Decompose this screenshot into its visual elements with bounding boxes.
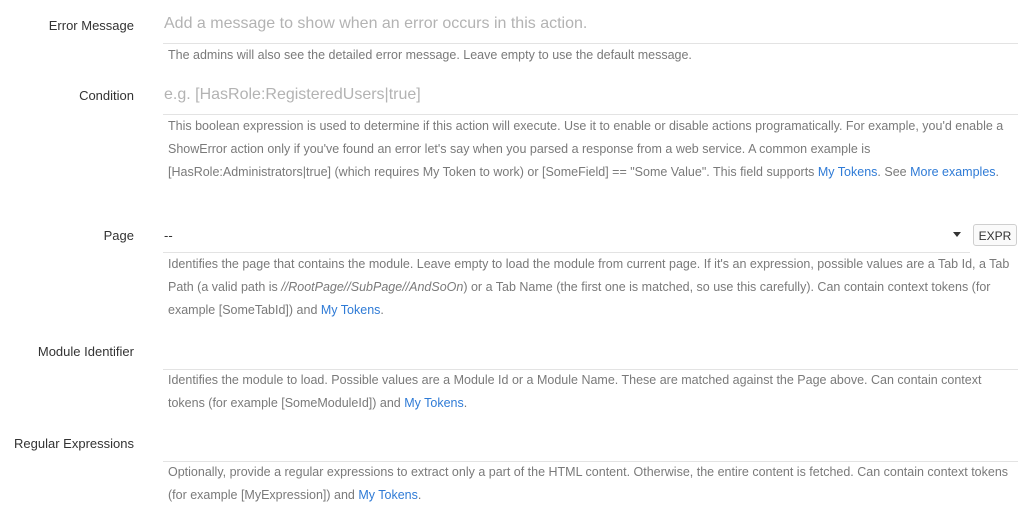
condition-help-end: . [995, 165, 1000, 179]
regular-expressions-input[interactable] [164, 434, 1014, 456]
condition-help: This boolean expression is used to deter… [168, 115, 1020, 184]
module-identifier-help: Identifies the module to load. Possible … [168, 369, 1020, 415]
regular-expressions-help-end: . [417, 488, 422, 502]
page-label: Page [103, 228, 134, 243]
condition-label: Condition [79, 88, 134, 103]
module-identifier-help-text: Identifies the module to load. Possible … [168, 373, 982, 410]
page-select[interactable]: -- [164, 228, 173, 243]
regular-expressions-label: Regular Expressions [14, 436, 134, 451]
expr-button[interactable]: EXPR [973, 224, 1017, 246]
condition-help-mid: . See [877, 165, 911, 179]
module-identifier-help-end: . [463, 396, 468, 410]
error-message-label: Error Message [48, 18, 134, 33]
page-help: Identifies the page that contains the mo… [168, 253, 1020, 322]
page-help-end: . [380, 303, 384, 317]
error-message-input[interactable]: Add a message to show when an error occu… [164, 15, 587, 33]
regular-expressions-help-text: Optionally, provide a regular expression… [168, 465, 1009, 502]
page-help-path: //RootPage//SubPage//AndSoOn [281, 280, 464, 294]
regular-expressions-my-tokens-link[interactable]: My Tokens [358, 488, 418, 502]
page-my-tokens-link[interactable]: My Tokens [321, 303, 381, 317]
module-identifier-label: Module Identifier [37, 344, 134, 359]
condition-my-tokens-link[interactable]: My Tokens [818, 165, 878, 179]
chevron-down-icon[interactable] [953, 232, 961, 237]
condition-input[interactable]: e.g. [HasRole:RegisteredUsers|true] [164, 86, 421, 104]
module-identifier-my-tokens-link[interactable]: My Tokens [404, 396, 464, 410]
error-message-help: The admins will also see the detailed er… [168, 48, 692, 62]
condition-more-examples-link[interactable]: More examples [910, 165, 995, 179]
regular-expressions-help: Optionally, provide a regular expression… [168, 461, 1020, 507]
module-identifier-input[interactable] [164, 342, 1014, 364]
